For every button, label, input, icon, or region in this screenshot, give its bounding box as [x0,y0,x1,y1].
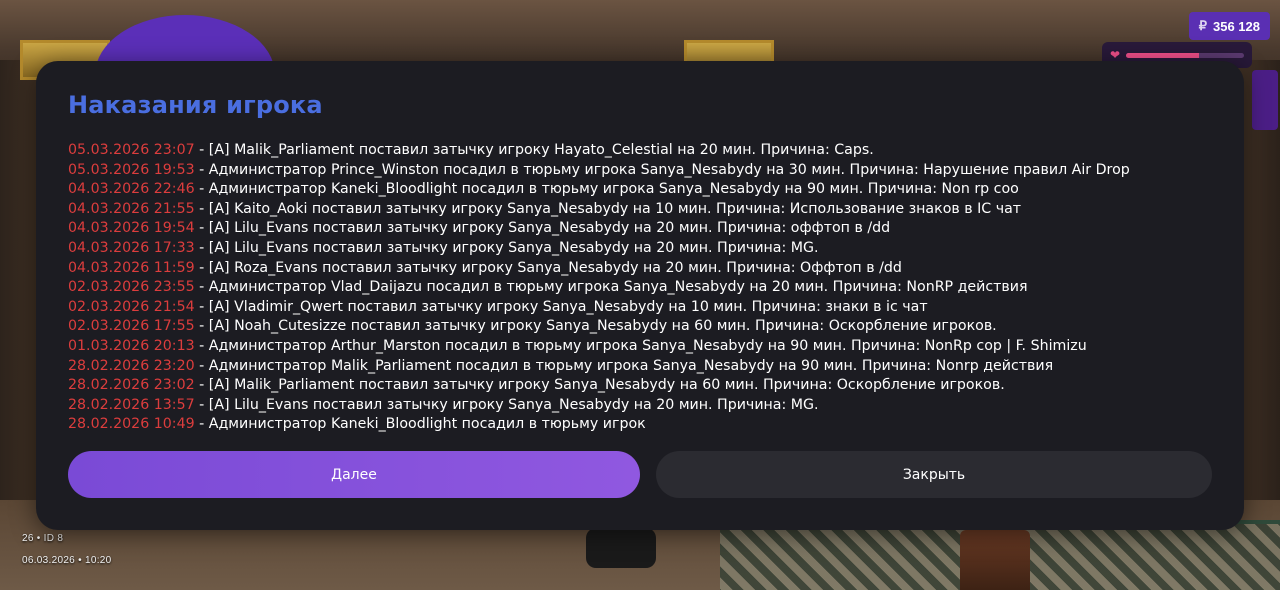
log-timestamp: 04.03.2026 17:33 [68,239,195,256]
next-button[interactable]: Далее [68,451,640,498]
log-entry: 05.03.2026 19:53 - Администратор Prince_… [68,161,1228,181]
log-text: - [A] Malik_Parliament поставил затычку … [194,142,874,158]
log-timestamp: 28.02.2026 23:02 [68,377,195,394]
punishments-dialog: Наказания игрока 05.03.2026 23:07 - [A] … [36,61,1244,530]
health-fill [1126,52,1200,58]
log-text: - Администратор Prince_Winston посадил в… [194,161,1130,178]
log-entry: 28.02.2026 13:57 - [A] Lilu_Evans постав… [68,396,1228,416]
log-text: - Администратор Kaneki_Bloodlight посади… [194,181,1019,198]
log-timestamp: 28.02.2026 10:49 [68,416,195,433]
log-text: - [A] Roza_Evans поставил затычку игроку… [194,259,902,276]
log-entry: 04.03.2026 22:46 - Администратор Kaneki_… [68,180,1228,200]
log-text: - [A] Lilu_Evans поставил затычку игроку… [194,396,819,413]
close-button[interactable]: Закрыть [656,451,1212,498]
log-timestamp: 02.03.2026 21:54 [68,298,195,315]
server-info: 26 • ID 8 [22,533,64,544]
log-timestamp: 28.02.2026 13:57 [68,396,195,413]
log-entry: 02.03.2026 21:54 - [A] Vladimir_Qwert по… [68,298,1228,318]
health-track [1126,52,1244,58]
log-text: - Администратор Arthur_Marston посадил в… [194,337,1087,354]
log-entry: 04.03.2026 21:55 - [A] Kaito_Aoki постав… [68,200,1228,220]
log-timestamp: 05.03.2026 23:07 [68,142,195,158]
log-timestamp: 01.03.2026 20:13 [68,337,195,354]
log-timestamp: 04.03.2026 22:46 [68,181,195,198]
log-text: - [A] Lilu_Evans поставил затычку игроку… [194,239,819,256]
punishment-log: 05.03.2026 23:07 - [A] Malik_Parliament … [68,141,1228,435]
log-text: - [A] Kaito_Aoki поставил затычку игроку… [194,200,1022,217]
log-text: - [A] Noah_Cutesizze поставил затычку иг… [194,318,997,335]
chair [960,530,1030,590]
log-text: - [A] Vladimir_Qwert поставил затычку иг… [194,298,928,315]
log-entry: 04.03.2026 17:33 - [A] Lilu_Evans постав… [68,239,1228,259]
log-text: - Администратор Vlad_Daijazu посадил в т… [194,279,1028,296]
log-timestamp: 02.03.2026 17:55 [68,318,195,335]
log-entry: 02.03.2026 17:55 - [A] Noah_Cutesizze по… [68,317,1228,337]
log-entry: 28.02.2026 23:02 - [A] Malik_Parliament … [68,376,1228,396]
log-timestamp: 02.03.2026 23:55 [68,279,195,296]
log-text: - Администратор Kaneki_Bloodlight посади… [194,416,646,433]
hud-panel [1252,70,1278,130]
player-character [586,528,656,568]
heart-icon: ❤ [1110,48,1121,62]
log-timestamp: 04.03.2026 11:59 [68,259,195,276]
ruble-icon: ₽ [1198,18,1207,33]
log-entry: 04.03.2026 11:59 - [A] Roza_Evans постав… [68,259,1228,279]
log-timestamp: 04.03.2026 19:54 [68,220,195,237]
log-entry: 02.03.2026 23:55 - Администратор Vlad_Da… [68,278,1228,298]
log-entry: 05.03.2026 23:07 - [A] Malik_Parliament … [68,141,1228,161]
log-entry: 01.03.2026 20:13 - Администратор Arthur_… [68,337,1228,357]
log-entry: 28.02.2026 10:49 - Администратор Kaneki_… [68,415,1228,435]
log-text: - [A] Lilu_Evans поставил затычку игроку… [194,220,891,237]
money-value: 356 128 [1213,18,1260,34]
log-entry: 28.02.2026 23:20 - Администратор Malik_P… [68,357,1228,377]
log-timestamp: 28.02.2026 23:20 [68,357,195,374]
log-text: - Администратор Malik_Parliament посадил… [194,357,1054,374]
datetime-info: 06.03.2026 • 10:20 [22,555,112,566]
log-entry: 04.03.2026 19:54 - [A] Lilu_Evans постав… [68,219,1228,239]
log-timestamp: 05.03.2026 19:53 [68,161,195,178]
money-display: ₽ 356 128 [1188,12,1270,40]
log-timestamp: 04.03.2026 21:55 [68,200,195,217]
log-text: - [A] Malik_Parliament поставил затычку … [194,377,1005,394]
dialog-title: Наказания игрока [68,91,323,119]
